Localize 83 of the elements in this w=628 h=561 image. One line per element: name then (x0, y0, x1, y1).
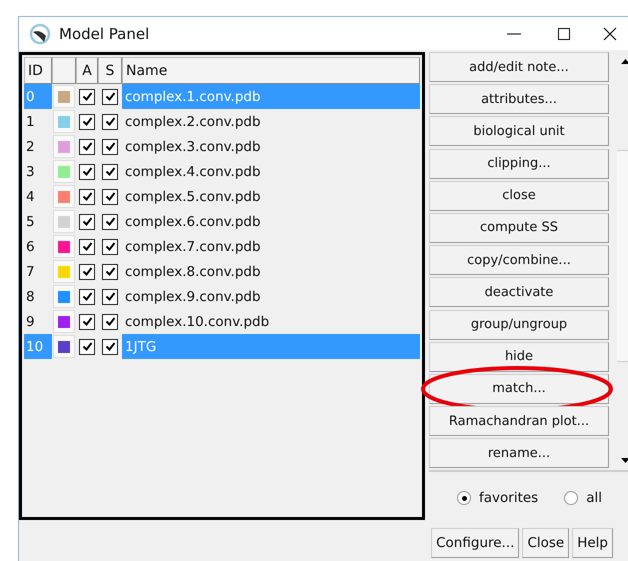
color-swatch[interactable] (53, 185, 75, 208)
checkbox[interactable] (102, 314, 118, 330)
column-header[interactable]: Name (122, 57, 420, 84)
command-button[interactable]: attributes... (429, 84, 609, 114)
table-cell[interactable]: complex.4.conv.pdb (122, 159, 420, 184)
checkbox[interactable] (79, 264, 95, 280)
color-swatch[interactable] (53, 235, 75, 258)
checkbox[interactable] (102, 338, 118, 354)
table-cell: 10 (24, 334, 52, 359)
table-cell-text: 8 (25, 288, 36, 306)
dialog-button[interactable]: Help (572, 528, 613, 558)
table-cell[interactable]: complex.10.conv.pdb (122, 309, 420, 334)
checkbox[interactable] (79, 114, 95, 130)
command-button[interactable]: add/edit note... (429, 52, 609, 82)
color-swatch[interactable] (53, 110, 75, 133)
table-cell: 0 (24, 84, 52, 109)
table-cell[interactable]: complex.9.conv.pdb (122, 284, 420, 309)
table-cell-text: 1 (25, 112, 36, 132)
table-cell[interactable]: complex.2.conv.pdb (122, 109, 420, 134)
color-swatch[interactable] (53, 335, 75, 358)
checkbox[interactable] (102, 88, 118, 104)
table-cell[interactable]: complex.5.conv.pdb (122, 184, 420, 209)
scroll-up-icon[interactable] (620, 58, 628, 64)
checkbox[interactable] (102, 264, 118, 280)
dialog-button[interactable]: Close (522, 528, 570, 558)
close-icon (603, 26, 617, 40)
window-title: Model Panel (59, 24, 150, 42)
color-swatch[interactable] (53, 210, 75, 233)
table-cell[interactable]: complex.7.conv.pdb (122, 234, 420, 259)
maximize-icon (557, 26, 571, 40)
checkbox[interactable] (79, 164, 95, 180)
table-cell-text: 4 (25, 188, 36, 206)
command-button[interactable]: clipping... (429, 148, 609, 179)
color-swatch[interactable] (53, 135, 75, 158)
checkbox[interactable] (79, 238, 95, 254)
table-cell-text: 2 (25, 138, 36, 156)
command-button[interactable]: copy/combine... (429, 245, 609, 276)
command-button[interactable]: biological unit (429, 116, 609, 146)
column-header[interactable]: S (98, 57, 122, 84)
checkbox[interactable] (79, 314, 95, 330)
app-logo-icon (29, 22, 51, 44)
color-swatch[interactable] (53, 285, 75, 308)
checkbox[interactable] (79, 288, 95, 304)
checkbox[interactable] (79, 88, 95, 104)
checkbox[interactable] (102, 214, 118, 230)
table-cell-text: 7 (25, 262, 36, 282)
checkbox[interactable] (102, 164, 118, 180)
command-button[interactable]: Ramachandran plot... (429, 406, 609, 436)
checkbox[interactable] (79, 138, 95, 154)
color-swatch[interactable] (53, 85, 75, 108)
table-cell[interactable]: complex.6.conv.pdb (122, 209, 420, 234)
command-button[interactable]: hide (429, 342, 609, 372)
command-button[interactable]: match... (429, 374, 609, 404)
command-button[interactable]: deactivate (429, 277, 609, 308)
command-button[interactable]: group/ungroup (429, 310, 609, 340)
checkbox[interactable] (79, 214, 95, 230)
column-header[interactable] (52, 57, 76, 84)
column-header[interactable]: ID (24, 57, 52, 84)
command-button[interactable]: rename... (429, 438, 609, 468)
checkbox[interactable] (102, 188, 118, 204)
table-cell-text: 5 (25, 212, 36, 232)
checkbox[interactable] (102, 114, 118, 130)
radio-option[interactable]: favorites (457, 490, 538, 506)
color-swatch[interactable] (53, 160, 75, 183)
checkbox[interactable] (102, 138, 118, 154)
column-header[interactable]: A (76, 57, 98, 84)
command-button[interactable]: close (429, 180, 609, 211)
checkbox[interactable] (79, 338, 95, 354)
checkbox[interactable] (102, 288, 118, 304)
table-cell[interactable]: complex.3.conv.pdb (122, 134, 420, 159)
minimize-icon (507, 32, 521, 34)
color-swatch[interactable] (53, 310, 75, 333)
table-cell-text: 6 (25, 238, 36, 256)
table-cell[interactable]: complex.8.conv.pdb (122, 259, 420, 284)
checkbox[interactable] (79, 188, 95, 204)
table-cell-text: 3 (25, 162, 36, 182)
color-swatch[interactable] (53, 260, 75, 283)
table-cell-text: 9 (25, 312, 36, 332)
scroll-down-icon[interactable] (620, 458, 628, 464)
dialog-button[interactable]: Configure... (431, 528, 520, 558)
checkbox[interactable] (102, 238, 118, 254)
command-button[interactable]: compute SS (429, 212, 609, 243)
radio-option[interactable]: all (564, 490, 602, 506)
